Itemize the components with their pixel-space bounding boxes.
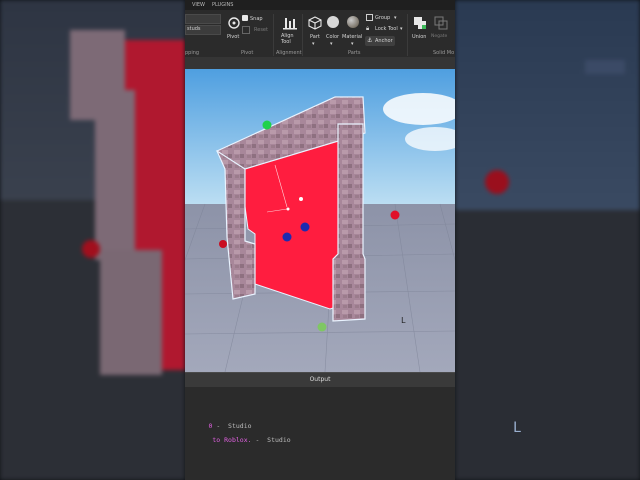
move-handle-blue-1	[282, 232, 292, 242]
anchor-button[interactable]: ⚓︎ Anchor	[365, 36, 395, 46]
background-right: L	[455, 0, 640, 480]
snap-checkbox[interactable]	[242, 15, 248, 21]
group-label-solid-modeling: Solid Mo	[433, 50, 455, 56]
material-button[interactable]: Material ▾	[342, 14, 366, 48]
anchor-label: Anchor	[375, 38, 393, 44]
move-handle-green-top	[262, 120, 272, 130]
output-line-2: to Roblox. - Studio	[185, 428, 291, 452]
corner-l-glyph: L	[401, 316, 406, 325]
pivot-icon	[228, 17, 240, 29]
output-line-2-prefix: to Roblox.	[208, 436, 252, 444]
output-line-2-suffix: - Studio	[251, 436, 291, 444]
union-icon	[414, 17, 426, 29]
output-header[interactable]: Output	[185, 372, 455, 387]
output-title: Output	[309, 376, 331, 383]
negate-button[interactable]: Negate	[431, 14, 453, 48]
material-dropdown-icon[interactable]: ▾	[351, 41, 354, 47]
part-icon	[308, 16, 322, 30]
menu-bar: VIEW PLUGINS	[185, 0, 455, 10]
group-label-parts: Parts	[348, 50, 361, 56]
menu-plugins[interactable]: PLUGINS	[212, 2, 233, 8]
align-tool-icon	[283, 18, 297, 30]
material-icon	[347, 16, 359, 28]
color-icon	[327, 16, 339, 28]
anchor-icon: ⚓︎	[367, 37, 373, 44]
right-pillar	[332, 123, 366, 322]
group-button[interactable]: Group ▾	[366, 14, 406, 23]
lock-icon: 🔒︎	[366, 25, 370, 32]
group-label-snapping: pping	[185, 50, 200, 56]
group-label-alignment: Alignment	[276, 50, 302, 56]
3d-viewport[interactable]: L	[185, 69, 455, 372]
group-label-pivot: Pivot	[241, 50, 254, 56]
reset-label: Reset	[254, 27, 268, 33]
lock-dropdown-icon[interactable]: ▾	[400, 26, 403, 32]
move-handle-blue-2	[300, 222, 310, 232]
group-label: Group	[375, 15, 391, 21]
viewport-scene: L	[185, 69, 455, 372]
background-left	[0, 0, 185, 480]
color-button[interactable]: Color ▾	[325, 14, 341, 48]
part-dropdown-icon[interactable]: ▾	[312, 41, 315, 47]
menu-view[interactable]: VIEW	[192, 2, 205, 8]
part-button[interactable]: Part ▾	[307, 14, 323, 48]
move-handle-green-bottom	[317, 322, 327, 332]
cursor-glyph	[299, 197, 303, 201]
pivot-label: Pivot	[227, 34, 240, 40]
pivot-button[interactable]: Pivot	[225, 14, 243, 42]
negate-icon	[434, 16, 448, 30]
union-label: Union	[412, 34, 427, 40]
color-label: Color	[326, 34, 340, 40]
move-handle-red-right	[390, 210, 400, 220]
group-icon	[366, 14, 373, 21]
corner-glyph: L	[513, 420, 522, 436]
reset-checkbox[interactable]	[242, 26, 250, 34]
toolbar-separator	[185, 57, 455, 69]
move-snap-value: studs	[187, 26, 201, 32]
lock-tool-button[interactable]: 🔒︎ Lock Tool ▾	[366, 25, 406, 34]
ribbon-toolbar: studs Pivot Snap Reset Align Tool Part ▾…	[185, 10, 455, 57]
snap-label: Snap	[250, 16, 263, 22]
output-panel: 0 - Studio to Roblox. - Studio	[185, 387, 455, 480]
group-dropdown-icon[interactable]: ▾	[394, 15, 397, 21]
roblox-studio-window: VIEW PLUGINS studs Pivot Snap Reset Alig…	[185, 0, 455, 480]
negate-label: Negate	[431, 34, 448, 39]
move-handle-red-left	[219, 240, 227, 248]
lock-tool-label: Lock Tool	[375, 26, 398, 32]
align-tool-label: Align Tool	[281, 33, 294, 45]
rotate-snap-field[interactable]	[185, 14, 221, 24]
part-label: Part	[310, 34, 320, 40]
color-dropdown-icon[interactable]: ▾	[330, 41, 333, 47]
align-tool-button[interactable]: Align Tool	[279, 14, 303, 48]
material-label: Material	[342, 34, 363, 40]
union-button[interactable]: Union	[411, 14, 429, 48]
